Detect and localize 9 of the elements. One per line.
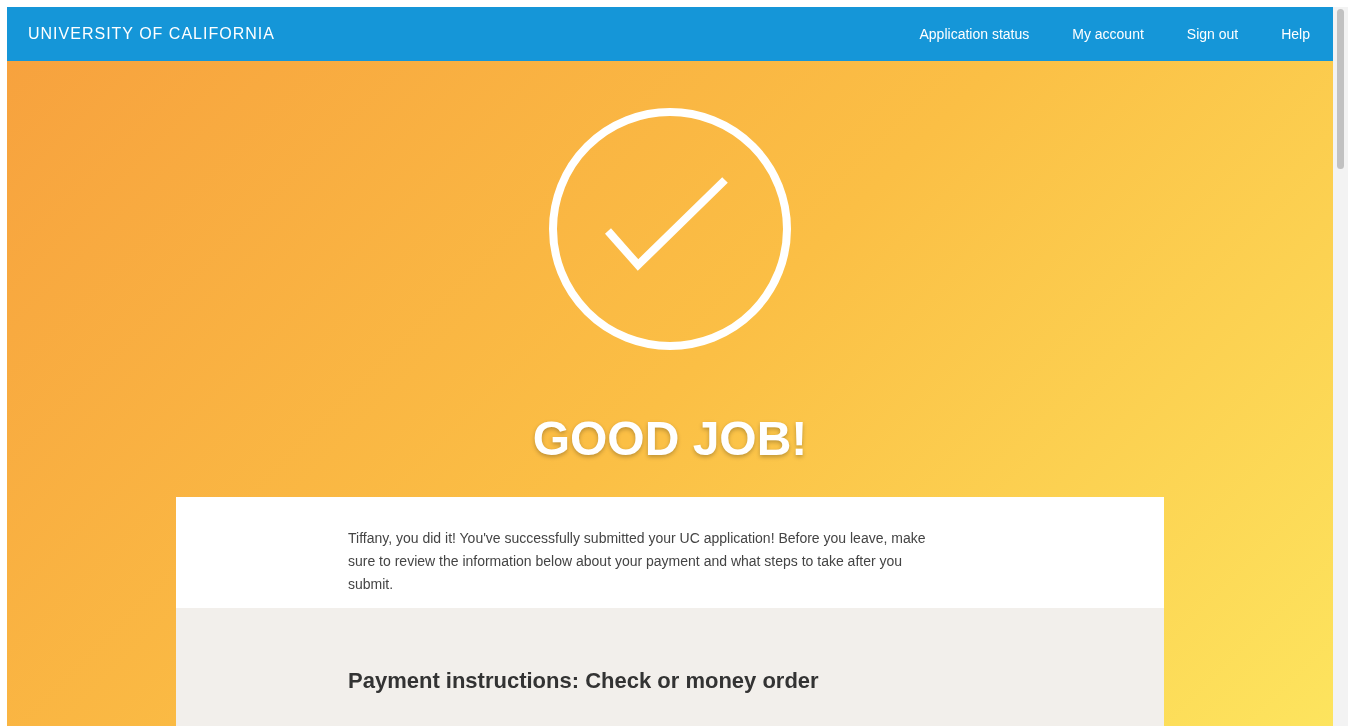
nav-link[interactable]: Application status	[919, 23, 1030, 45]
checkmark-circle-icon	[548, 107, 792, 351]
page-title: GOOD JOB!	[532, 411, 808, 467]
nav-link[interactable]: Help	[1281, 23, 1310, 45]
nav-link[interactable]: Sign out	[1186, 23, 1239, 45]
intro-text: Tiffany, you did it! You've successfully submitted your UC application! Before you leave, make sure to review the information below about your payment and what steps to take after you submit.	[348, 529, 927, 594]
section-heading: Payment instructions: Check or money order	[348, 667, 820, 695]
brand-name: UNIVERSITY OF CALIFORNIA	[28, 24, 275, 44]
nav-link[interactable]: My account	[1072, 23, 1144, 45]
